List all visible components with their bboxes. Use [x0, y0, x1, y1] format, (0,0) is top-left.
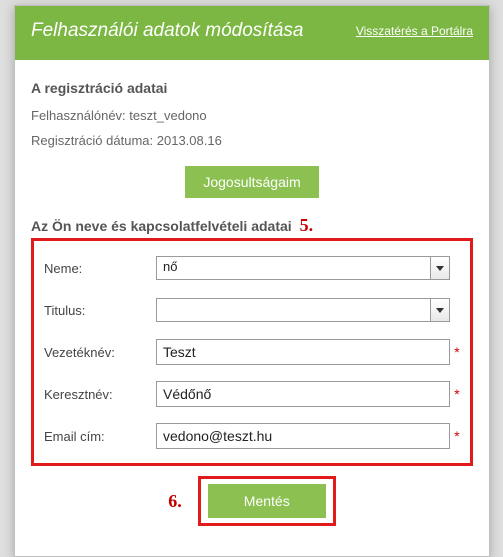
regdate-label: Regisztráció dátuma: [31, 133, 153, 148]
row-gender: Neme: nő [44, 247, 460, 289]
annotation-box-5: Neme: nő Titulus: [31, 238, 473, 466]
section-registration-title: A regisztráció adatai [31, 80, 473, 96]
modal-body: A regisztráció adatai Felhasználónév: te… [15, 60, 489, 556]
label-firstname: Keresztnév: [44, 387, 156, 402]
modal-edit-user: Felhasználói adatok módosítása Visszatér… [14, 5, 490, 557]
label-lastname: Vezetéknév: [44, 345, 156, 360]
username-value: teszt_vedono [129, 108, 206, 123]
regdate-value: 2013.08.16 [157, 133, 222, 148]
input-lastname[interactable] [156, 339, 450, 365]
save-button[interactable]: Mentés [208, 484, 326, 518]
back-to-portal-link[interactable]: Visszatérés a Portálra [356, 24, 473, 38]
username-label: Felhasználónév: [31, 108, 126, 123]
label-email: Email cím: [44, 429, 156, 444]
select-gender-value: nő [163, 259, 177, 274]
regdate-line: Regisztráció dátuma: 2013.08.16 [31, 133, 473, 148]
required-star: * [454, 344, 460, 360]
select-title[interactable] [156, 298, 450, 322]
permissions-button[interactable]: Jogosultságaim [185, 166, 318, 198]
row-email: Email cím: * [44, 415, 460, 457]
save-row: 6. Mentés [31, 476, 473, 526]
annotation-6: 6. [168, 492, 182, 510]
input-firstname[interactable] [156, 381, 450, 407]
label-gender: Neme: [44, 261, 156, 276]
permissions-row: Jogosultságaim [31, 166, 473, 198]
section-contact-title: Az Ön neve és kapcsolatfelvételi adatai [31, 218, 292, 234]
required-star: * [454, 386, 460, 402]
label-title: Titulus: [44, 303, 156, 318]
username-line: Felhasználónév: teszt_vedono [31, 108, 473, 123]
chevron-down-icon [430, 257, 449, 279]
input-email[interactable] [156, 423, 450, 449]
required-star: * [454, 428, 460, 444]
row-title: Titulus: [44, 289, 460, 331]
section-contact-title-row: Az Ön neve és kapcsolatfelvételi adatai … [31, 216, 473, 234]
annotation-5: 5. [300, 216, 314, 234]
annotation-box-6: Mentés [198, 476, 336, 526]
select-gender[interactable]: nő [156, 256, 450, 280]
chevron-down-icon [430, 299, 449, 321]
modal-header: Felhasználói adatok módosítása Visszatér… [15, 6, 489, 60]
row-firstname: Keresztnév: * [44, 373, 460, 415]
row-lastname: Vezetéknév: * [44, 331, 460, 373]
modal-title: Felhasználói adatok módosítása [31, 20, 304, 42]
